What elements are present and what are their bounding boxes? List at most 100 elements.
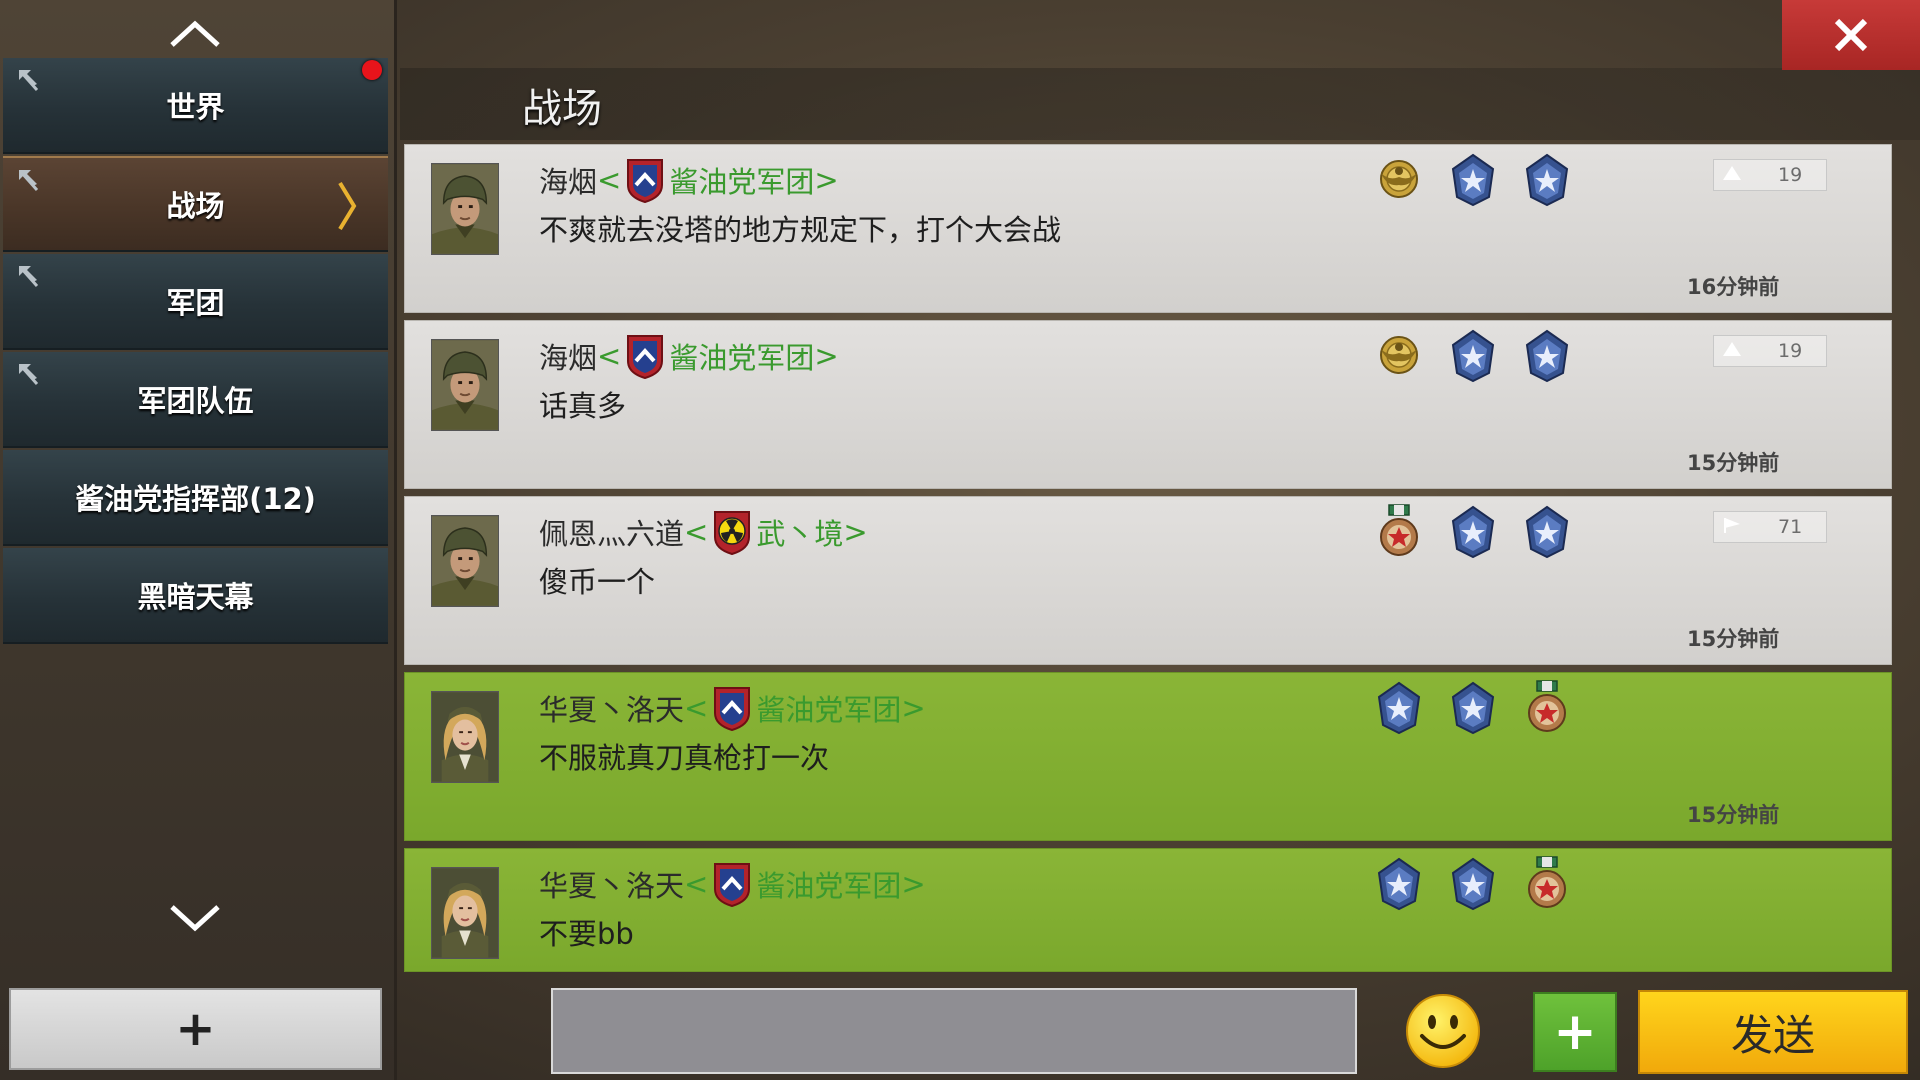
sender-name[interactable]: 华夏丶洛天 — [539, 863, 684, 905]
medal-row — [1375, 679, 1571, 735]
sender-line: 海烟 < 酱油党军团 > — [539, 157, 839, 204]
message-list: 海烟 < 酱油党军团 > 不爽就去没塔的地方规定下，打个大会战 19 16分钟前 海烟 < 酱油党… — [404, 144, 1892, 979]
chat-message: 海烟 < 酱油党军团 > 话真多 19 15分钟前 — [404, 320, 1892, 489]
chat-message: 华夏丶洛天 < 酱油党军团 > 不服就真刀真枪打一次 15分钟前 — [404, 672, 1892, 841]
guild-bracket-close: > — [814, 339, 839, 373]
chat-panel: 战场 海烟 < 酱油党军团 > 不爽就去没塔的地方规定下，打个大会战 19 16分钟前 海烟 <… — [400, 0, 1920, 1080]
avatar[interactable] — [431, 339, 499, 431]
avatar[interactable] — [431, 163, 499, 255]
guild-bracket-open: < — [684, 867, 709, 901]
rank-badge[interactable]: 19 — [1713, 159, 1827, 191]
chat-message: 海烟 < 酱油党军团 > 不爽就去没塔的地方规定下，打个大会战 19 16分钟前 — [404, 144, 1892, 313]
scroll-up-arrow-icon[interactable] — [165, 14, 225, 54]
blue-star-medal-icon[interactable] — [1449, 327, 1497, 383]
sender-line: 佩恩灬六道 < 武丶境 > — [539, 509, 868, 556]
medal-row — [1375, 327, 1571, 383]
message-text: 不爽就去没塔的地方规定下，打个大会战 — [539, 213, 1062, 247]
page-title: 战场 — [522, 86, 602, 132]
blue-star-medal-icon[interactable] — [1449, 503, 1497, 559]
message-text: 不服就真刀真枪打一次 — [539, 741, 830, 775]
sidebar-item[interactable]: 军团队伍 — [3, 352, 388, 448]
blue-star-medal-icon[interactable] — [1375, 855, 1423, 911]
sender-line: 海烟 < 酱油党军团 > — [539, 333, 839, 380]
sidebar-item-label: 世界 — [166, 90, 225, 124]
smiley-icon — [1406, 994, 1480, 1068]
guild-name[interactable]: 酱油党军团 — [669, 159, 814, 201]
guild-bracket-close: > — [901, 867, 926, 901]
timestamp: 15分钟前 — [1687, 451, 1780, 475]
blue-star-medal-icon[interactable] — [1523, 503, 1571, 559]
send-button[interactable]: 发送 — [1638, 990, 1908, 1074]
timestamp: 15分钟前 — [1687, 803, 1780, 827]
medal-row — [1375, 503, 1571, 559]
guild-bracket-close: > — [901, 691, 926, 725]
timestamp: 16分钟前 — [1687, 275, 1780, 299]
avatar[interactable] — [431, 867, 499, 959]
composer-bar: + 发送 — [400, 978, 1920, 1080]
rank-number: 19 — [1778, 164, 1803, 186]
attach-plus-button[interactable]: + — [1533, 992, 1617, 1072]
guild-badge-icon — [712, 685, 752, 732]
channel-sidebar: 世界战场军团军团队伍酱油党指挥部(12) 黑暗天幕 + — [0, 0, 397, 1080]
red-star-medal-icon[interactable] — [1523, 679, 1571, 735]
blue-star-medal-icon[interactable] — [1523, 151, 1571, 207]
sidebar-item[interactable]: 世界 — [3, 58, 388, 154]
red-star-medal-icon[interactable] — [1523, 855, 1571, 911]
rank-badge[interactable]: 71 — [1713, 511, 1827, 543]
rank-badge[interactable]: 19 — [1713, 335, 1827, 367]
close-icon — [1834, 18, 1868, 52]
gold-eagle-medal-icon[interactable] — [1375, 327, 1423, 383]
sidebar-item[interactable]: 黑暗天幕 — [3, 548, 388, 644]
sender-name[interactable]: 海烟 — [539, 335, 597, 377]
blue-star-medal-icon[interactable] — [1523, 327, 1571, 383]
pin-icon[interactable] — [15, 360, 43, 388]
red-star-medal-icon[interactable] — [1375, 503, 1423, 559]
avatar[interactable] — [431, 515, 499, 607]
guild-bracket-close: > — [814, 163, 839, 197]
guild-name[interactable]: 酱油党军团 — [756, 687, 901, 729]
sender-name[interactable]: 佩恩灬六道 — [539, 511, 684, 553]
emoji-button[interactable] — [1404, 992, 1482, 1070]
scroll-down-arrow-icon[interactable] — [165, 898, 225, 938]
close-button[interactable] — [1782, 0, 1920, 70]
pin-icon[interactable] — [15, 166, 43, 194]
message-text: 傻币一个 — [539, 565, 656, 599]
guild-bracket-close: > — [843, 515, 868, 549]
sender-name[interactable]: 华夏丶洛天 — [539, 687, 684, 729]
pin-icon[interactable] — [15, 66, 43, 94]
gold-eagle-medal-icon[interactable] — [1375, 151, 1423, 207]
sidebar-item[interactable]: 战场 — [3, 156, 388, 252]
guild-bracket-open: < — [597, 339, 622, 373]
avatar[interactable] — [431, 691, 499, 783]
sidebar-item-label: 酱油党指挥部(12) — [75, 482, 316, 516]
guild-name[interactable]: 武丶境 — [756, 511, 843, 553]
message-text: 话真多 — [539, 389, 627, 423]
rank-icon — [1722, 165, 1742, 185]
blue-star-medal-icon[interactable] — [1449, 855, 1497, 911]
guild-name[interactable]: 酱油党军团 — [669, 335, 814, 377]
blue-star-medal-icon[interactable] — [1375, 679, 1423, 735]
guild-name[interactable]: 酱油党军团 — [756, 863, 901, 905]
pin-icon[interactable] — [15, 262, 43, 290]
title-bar — [400, 68, 1920, 140]
sender-line: 华夏丶洛天 < 酱油党军团 > — [539, 685, 926, 732]
chevron-right-icon — [336, 180, 358, 232]
medal-row — [1375, 855, 1571, 911]
chat-input[interactable] — [551, 988, 1357, 1074]
channel-list: 世界战场军团军团队伍酱油党指挥部(12) 黑暗天幕 — [3, 58, 388, 646]
blue-star-medal-icon[interactable] — [1449, 151, 1497, 207]
rank-icon — [1722, 341, 1742, 361]
blue-star-medal-icon[interactable] — [1449, 679, 1497, 735]
add-channel-button[interactable]: + — [9, 988, 382, 1070]
guild-bracket-open: < — [597, 163, 622, 197]
rank-number: 19 — [1778, 340, 1803, 362]
guild-badge-icon — [625, 333, 665, 380]
guild-bracket-open: < — [684, 515, 709, 549]
sender-name[interactable]: 海烟 — [539, 159, 597, 201]
timestamp: 15分钟前 — [1687, 627, 1780, 651]
sidebar-item-label: 战场 — [166, 189, 225, 223]
sender-line: 华夏丶洛天 < 酱油党军团 > — [539, 861, 926, 908]
sidebar-item[interactable]: 军团 — [3, 254, 388, 350]
sidebar-item[interactable]: 酱油党指挥部(12) — [3, 450, 388, 546]
sidebar-item-label: 军团 — [166, 286, 225, 320]
